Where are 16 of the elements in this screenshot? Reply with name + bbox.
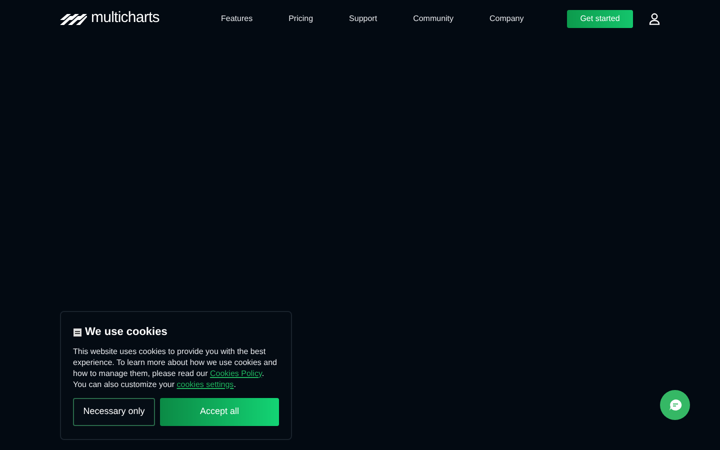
- chat-button[interactable]: [660, 390, 690, 420]
- banner-title: We use cookies: [85, 325, 168, 340]
- nav-link[interactable]: Community: [412, 12, 455, 24]
- logo-text: multicharts: [91, 8, 160, 28]
- cookie-icon: [73, 328, 82, 337]
- chat-icon: [668, 399, 682, 411]
- logo-icon: [60, 12, 87, 24]
- nav-link[interactable]: Features: [220, 12, 254, 24]
- nav-link[interactable]: Pricing: [288, 12, 314, 24]
- text-link[interactable]: Cookies Policy: [210, 368, 262, 378]
- text-link[interactable]: cookies settings: [176, 380, 234, 388]
- nav-link[interactable]: Company: [488, 12, 525, 24]
- user-icon[interactable]: [649, 12, 660, 24]
- necessary-only-button[interactable]: Necessary only: [73, 398, 155, 426]
- nav-link[interactable]: Support: [348, 12, 378, 24]
- banner-text: This website uses cookies to provide you with the best experience. To learn more about how we use cookies and how to manage them, please read our Cookies Policy. You can also customize your cookies settings.: [73, 346, 278, 390]
